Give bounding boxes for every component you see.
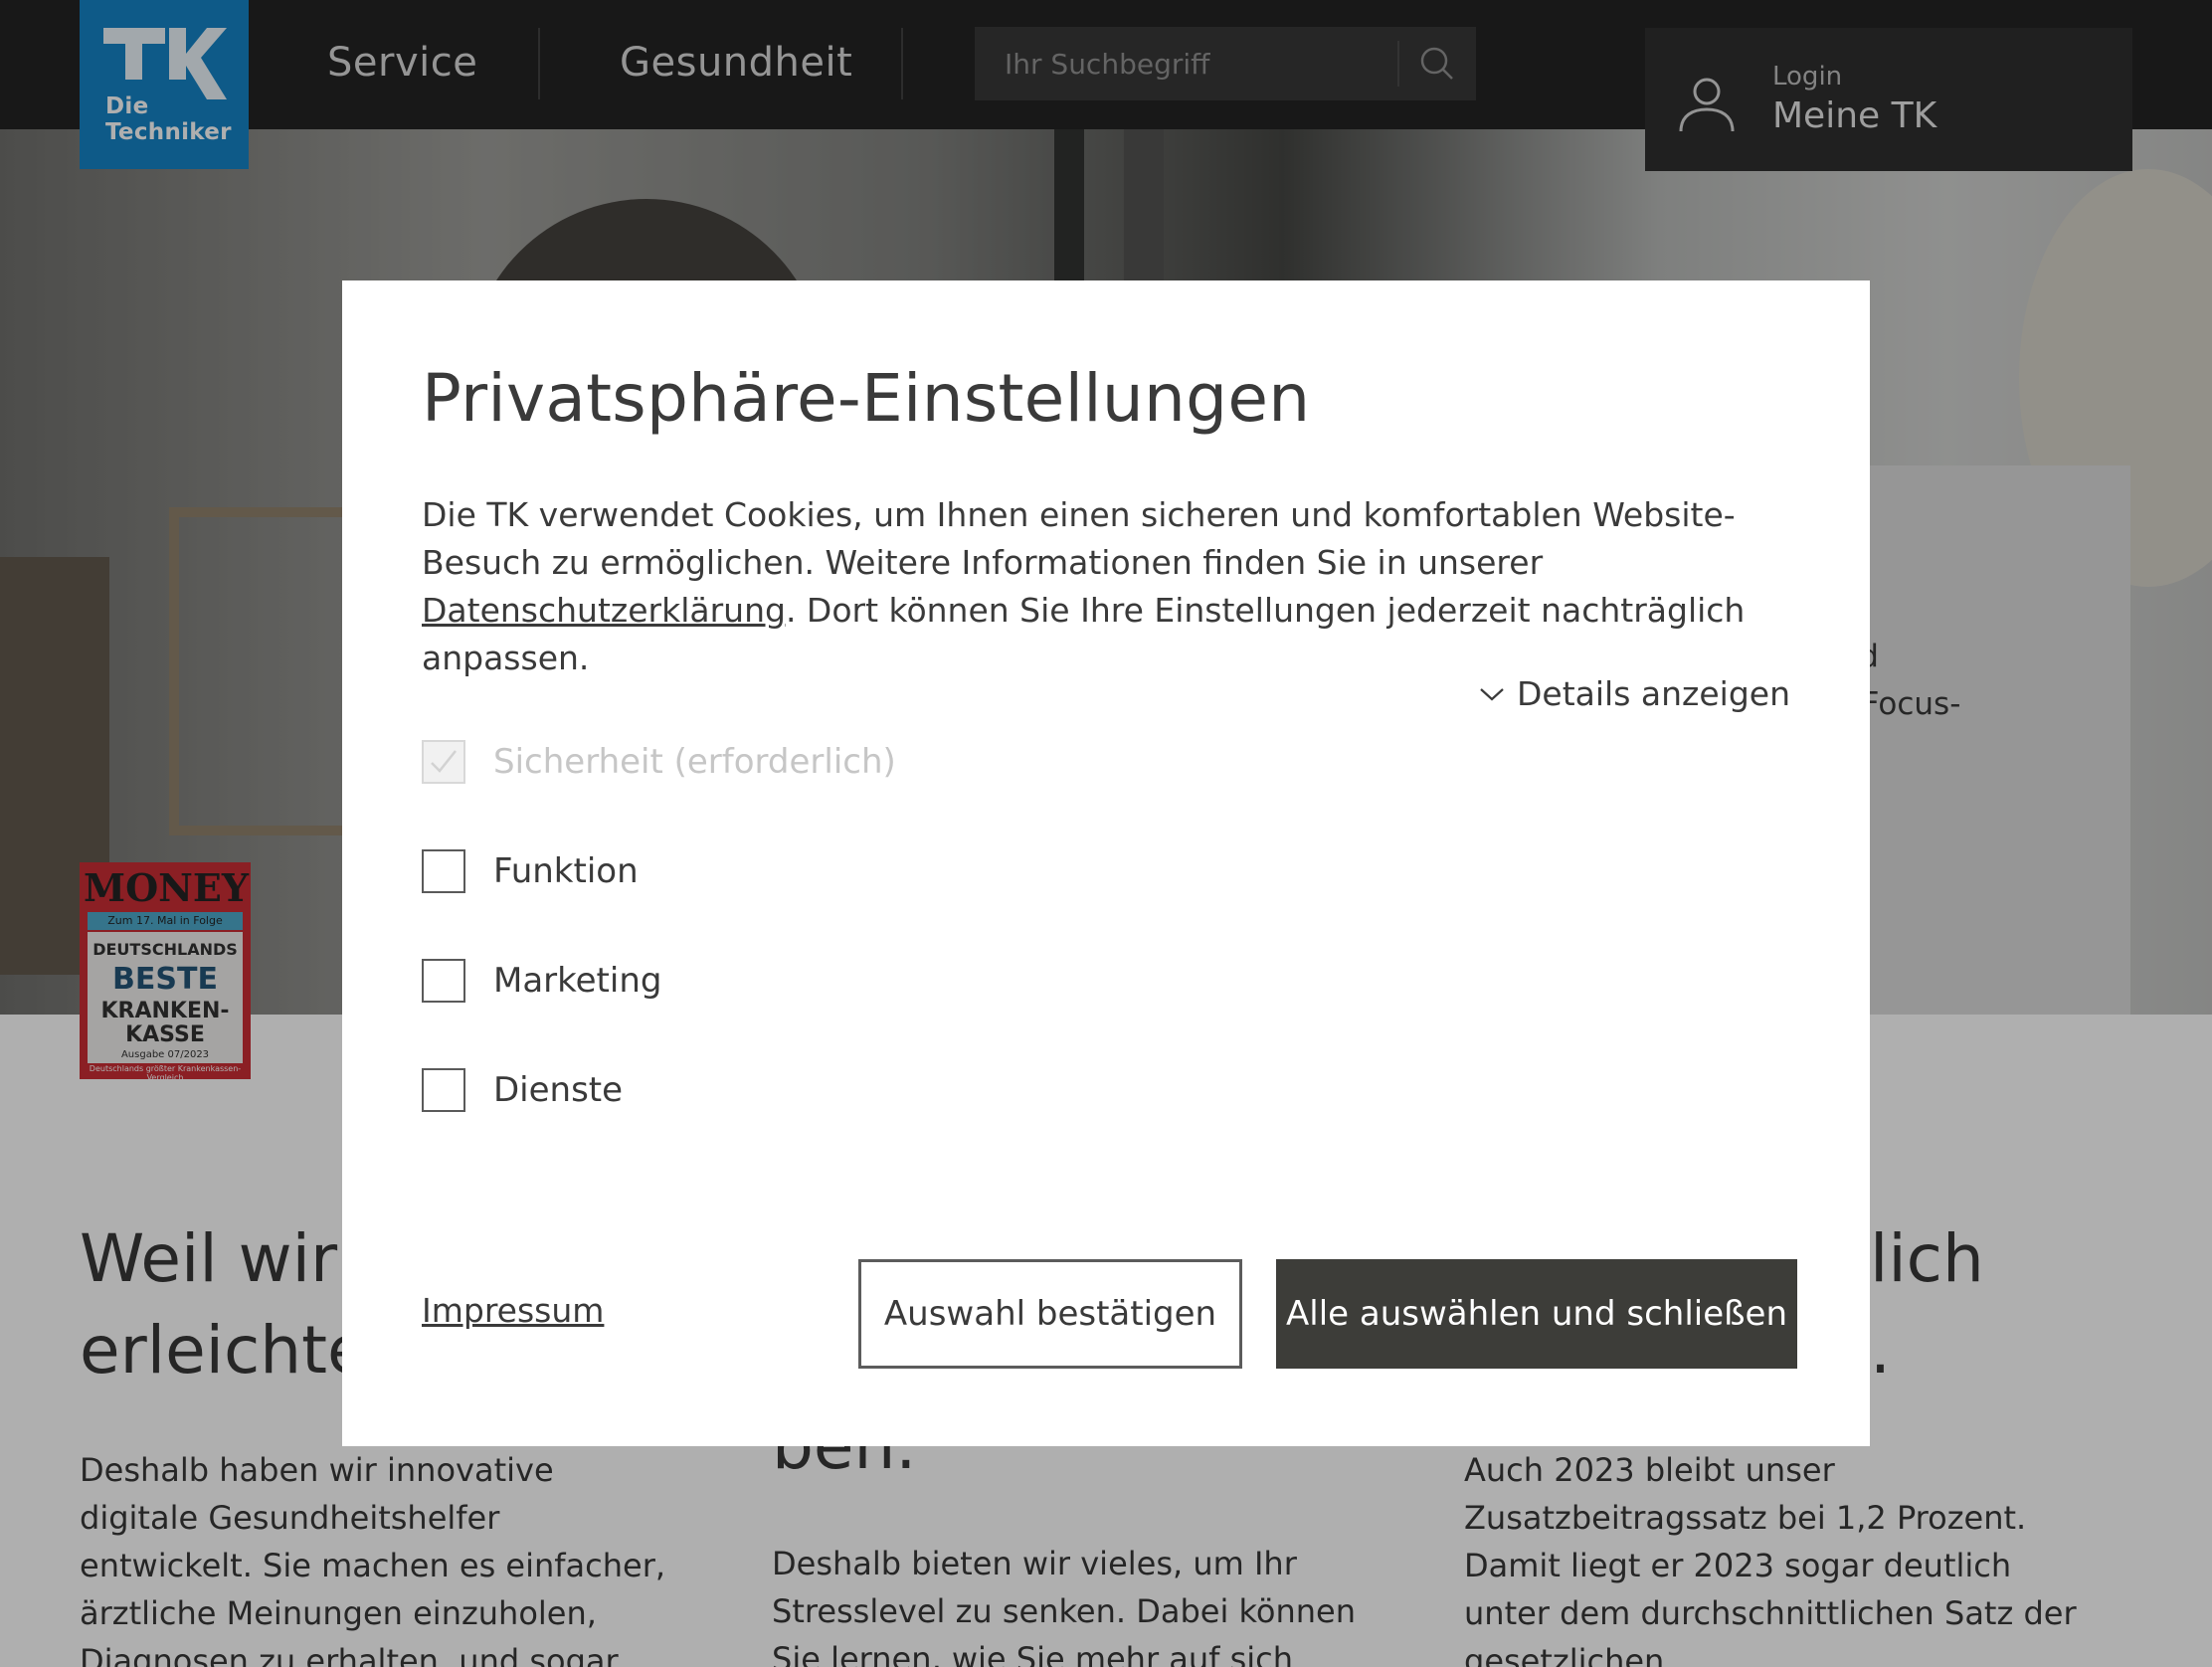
- option-marketing[interactable]: Marketing: [422, 959, 661, 1003]
- option-label: Sicherheit (erforderlich): [493, 742, 896, 782]
- impressum-link[interactable]: Impressum: [422, 1291, 604, 1330]
- privacy-settings-dialog: Privatsphäre-Einstellungen Die TK verwen…: [342, 280, 1870, 1446]
- option-funktion[interactable]: Funktion: [422, 849, 639, 893]
- dialog-title: Privatsphäre-Einstellungen: [422, 360, 1311, 437]
- option-label[interactable]: Marketing: [493, 961, 661, 1001]
- intro-text: Die TK verwendet Cookies, um Ihnen einen…: [422, 495, 1736, 582]
- details-label: Details anzeigen: [1517, 674, 1790, 713]
- chevron-down-icon: [1480, 687, 1504, 700]
- checkbox-sicherheit: [422, 740, 465, 784]
- option-label[interactable]: Funktion: [493, 851, 639, 891]
- details-toggle[interactable]: Details anzeigen: [1479, 674, 1790, 713]
- option-label[interactable]: Dienste: [493, 1070, 623, 1110]
- checkbox-dienste[interactable]: [422, 1068, 465, 1112]
- checkmark-icon: [431, 750, 457, 773]
- option-sicherheit: Sicherheit (erforderlich): [422, 740, 896, 784]
- privacy-policy-link[interactable]: Datenschutzerklärung: [422, 591, 786, 630]
- dialog-intro: Die TK verwendet Cookies, um Ihnen einen…: [422, 491, 1794, 682]
- checkbox-marketing[interactable]: [422, 959, 465, 1003]
- option-dienste[interactable]: Dienste: [422, 1068, 623, 1112]
- confirm-selection-button[interactable]: Auswahl bestätigen: [858, 1259, 1242, 1369]
- accept-all-button[interactable]: Alle auswählen und schließen: [1276, 1259, 1797, 1369]
- checkbox-funktion[interactable]: [422, 849, 465, 893]
